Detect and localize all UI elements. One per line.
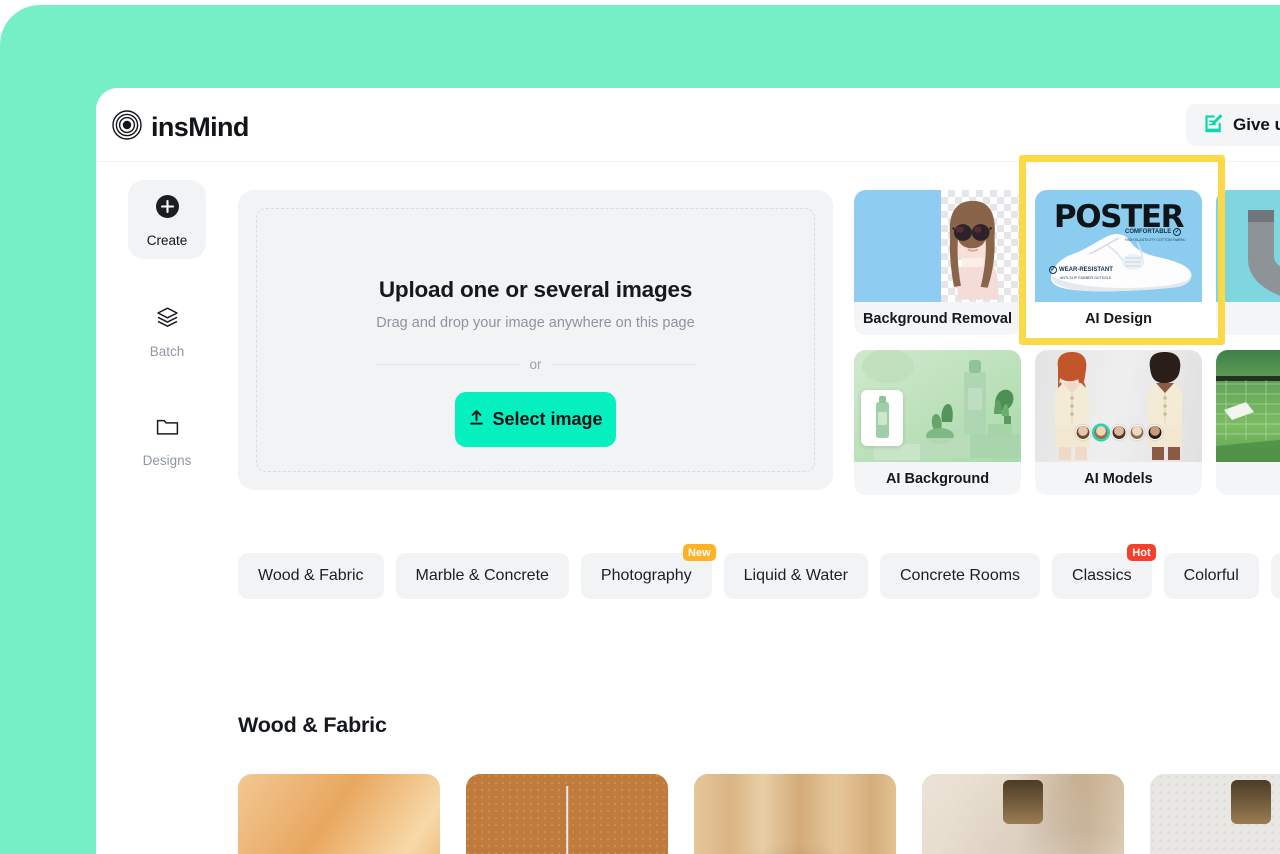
poster-tag-wear-resistant-sub: ANTI-SLIP RUBBER OUTSOLE — [1060, 276, 1112, 280]
tab-label: Classics — [1072, 567, 1132, 584]
tab-wood-fabric[interactable]: Wood & Fabric — [238, 553, 384, 599]
product-cutout-inset — [861, 390, 903, 446]
tab-label: Photography — [600, 567, 692, 584]
poster-tag-comfortable: COMFORTABLE ✓ — [1125, 228, 1182, 236]
poster-tag-comfortable-sub: HIGH ELASTICITY COTTON FABRIC — [1125, 238, 1186, 242]
feedback-pencil-note-icon — [1202, 112, 1224, 139]
tab-marble-concrete[interactable]: Marble & Concrete — [395, 553, 569, 599]
tool-card-thumbnail — [854, 190, 1021, 302]
tool-card-background-removal[interactable]: Background Removal — [854, 190, 1021, 335]
model-face-swatch[interactable] — [1111, 425, 1126, 440]
divider-line-right — [551, 364, 696, 365]
tool-card-thumbnail — [1216, 190, 1280, 302]
sidebar-item-label: Batch — [149, 344, 185, 359]
folder-icon — [155, 414, 180, 444]
gallery-item-pearl-pendant[interactable] — [466, 774, 668, 854]
model-face-swatch-row[interactable] — [1075, 425, 1162, 440]
upload-subtitle: Drag and drop your image anywhere on thi… — [376, 315, 695, 331]
tool-card-thumbnail — [1216, 350, 1280, 462]
app-header: insMind Give us — [96, 88, 1280, 162]
tab-classics[interactable]: Classics Hot — [1052, 544, 1156, 599]
check-circle-icon: ✓ — [1049, 266, 1057, 274]
poster-tag-wear-resistant: ✓ WEAR-RESISTANT — [1049, 266, 1113, 274]
tool-card-thumbnail — [1035, 350, 1202, 462]
gallery-item-watch-satin[interactable]: 12 2 3 4 6 8 9 10 — [922, 774, 1124, 854]
sidebar-item-batch[interactable]: Batch — [128, 291, 206, 370]
or-label: or — [529, 357, 542, 372]
model-brunette-art — [1148, 352, 1182, 460]
upload-dropzone[interactable]: Upload one or several images Drag and dr… — [238, 190, 833, 490]
tool-card-ai-models[interactable]: AI Models — [1035, 350, 1202, 495]
sidebar-item-label: Designs — [142, 453, 192, 468]
gallery-item-plate-cutlery[interactable] — [694, 774, 896, 854]
tab-liquid-water[interactable]: Liquid & Water — [723, 553, 868, 599]
tool-card-label: AI Models — [1084, 470, 1153, 487]
section-heading: Wood & Fabric — [238, 713, 387, 737]
tool-card-grid: Background Removal POSTER COMFORTABLE ✓ … — [854, 190, 1280, 500]
tab-happy[interactable]: Happy — [1270, 553, 1280, 599]
upload-arrow-icon — [468, 409, 485, 431]
tool-card-label: Prod — [1216, 302, 1280, 335]
tab-concrete-rooms[interactable]: Concrete Rooms — [880, 553, 1041, 599]
tool-card-label: AI — [1216, 462, 1280, 495]
socks-pair-art — [1248, 210, 1280, 296]
tab-label: Wood & Fabric — [258, 567, 364, 584]
layers-stack-icon — [155, 305, 180, 335]
tool-card-product-photo[interactable]: Prod — [1216, 190, 1280, 335]
tab-label: Colorful — [1183, 567, 1239, 584]
tool-card-label: AI Background — [885, 470, 990, 487]
necklace-chain — [566, 786, 568, 854]
brand-name: insMind — [151, 112, 249, 142]
sidebar-item-designs[interactable]: Designs — [128, 400, 206, 479]
hot-badge: Hot — [1127, 544, 1156, 561]
gallery-item-handbag[interactable] — [238, 774, 440, 854]
tool-card-ai-design[interactable]: POSTER COMFORTABLE ✓ HIGH ELASTICITY COT… — [1035, 190, 1202, 335]
model-face-swatch-selected[interactable] — [1093, 425, 1108, 440]
girl-with-sunglasses-art — [949, 201, 999, 301]
tool-card-label: AI Design — [1085, 310, 1152, 327]
select-image-label: Select image — [492, 409, 603, 429]
app-window: insMind Give us Create — [96, 88, 1280, 854]
upload-title: Upload one or several images — [378, 277, 693, 302]
tab-label: Concrete Rooms — [900, 567, 1021, 584]
tool-card-thumbnail: POSTER COMFORTABLE ✓ HIGH ELASTICITY COT… — [1035, 190, 1202, 302]
tab-label: Liquid & Water — [743, 567, 848, 584]
model-face-swatch[interactable] — [1075, 425, 1090, 440]
or-divider: or — [375, 357, 696, 372]
gallery-item-watch-leather[interactable]: 12 2 3 4 6 8 9 10 — [1150, 774, 1280, 854]
give-us-feedback-button[interactable]: Give us — [1186, 104, 1280, 146]
template-gallery: 12 2 3 4 6 8 9 10 12 — [238, 774, 1280, 854]
tennis-court-fence-art — [1216, 376, 1280, 462]
model-face-swatch[interactable] — [1129, 425, 1144, 440]
brand-logo[interactable]: insMind — [112, 110, 249, 145]
model-face-swatch[interactable] — [1147, 425, 1162, 440]
tool-card-thumbnail — [854, 350, 1021, 462]
new-badge: New — [683, 544, 716, 561]
feedback-button-label: Give us — [1233, 115, 1280, 134]
tool-card-ai-background[interactable]: AI Background — [854, 350, 1021, 495]
tool-card-ai-extender[interactable]: AI — [1216, 350, 1280, 495]
tab-colorful[interactable]: Colorful — [1163, 553, 1259, 599]
left-sidebar: Create Batch Designs — [96, 162, 238, 491]
sidebar-item-label: Create — [146, 233, 188, 248]
tab-photography[interactable]: Photography New — [580, 544, 716, 599]
check-circle-icon: ✓ — [1173, 228, 1182, 236]
divider-line-left — [375, 364, 520, 365]
model-redhead-art — [1055, 352, 1089, 460]
tab-label: Marble & Concrete — [415, 567, 549, 584]
sidebar-item-create[interactable]: Create — [128, 180, 206, 259]
category-tab-bar: Wood & Fabric Marble & Concrete Photogra… — [238, 544, 1280, 599]
concentric-circles-logo-icon — [112, 110, 142, 145]
watch-strap-top — [1003, 780, 1043, 824]
bottle-cutout-icon — [876, 396, 889, 438]
watch-strap-top — [1231, 780, 1271, 824]
upload-dropzone-dashed-area: Upload one or several images Drag and dr… — [256, 208, 815, 472]
select-image-button[interactable]: Select image — [455, 392, 616, 447]
plus-circle-icon — [155, 194, 180, 224]
tool-card-label: Background Removal — [862, 310, 1013, 327]
